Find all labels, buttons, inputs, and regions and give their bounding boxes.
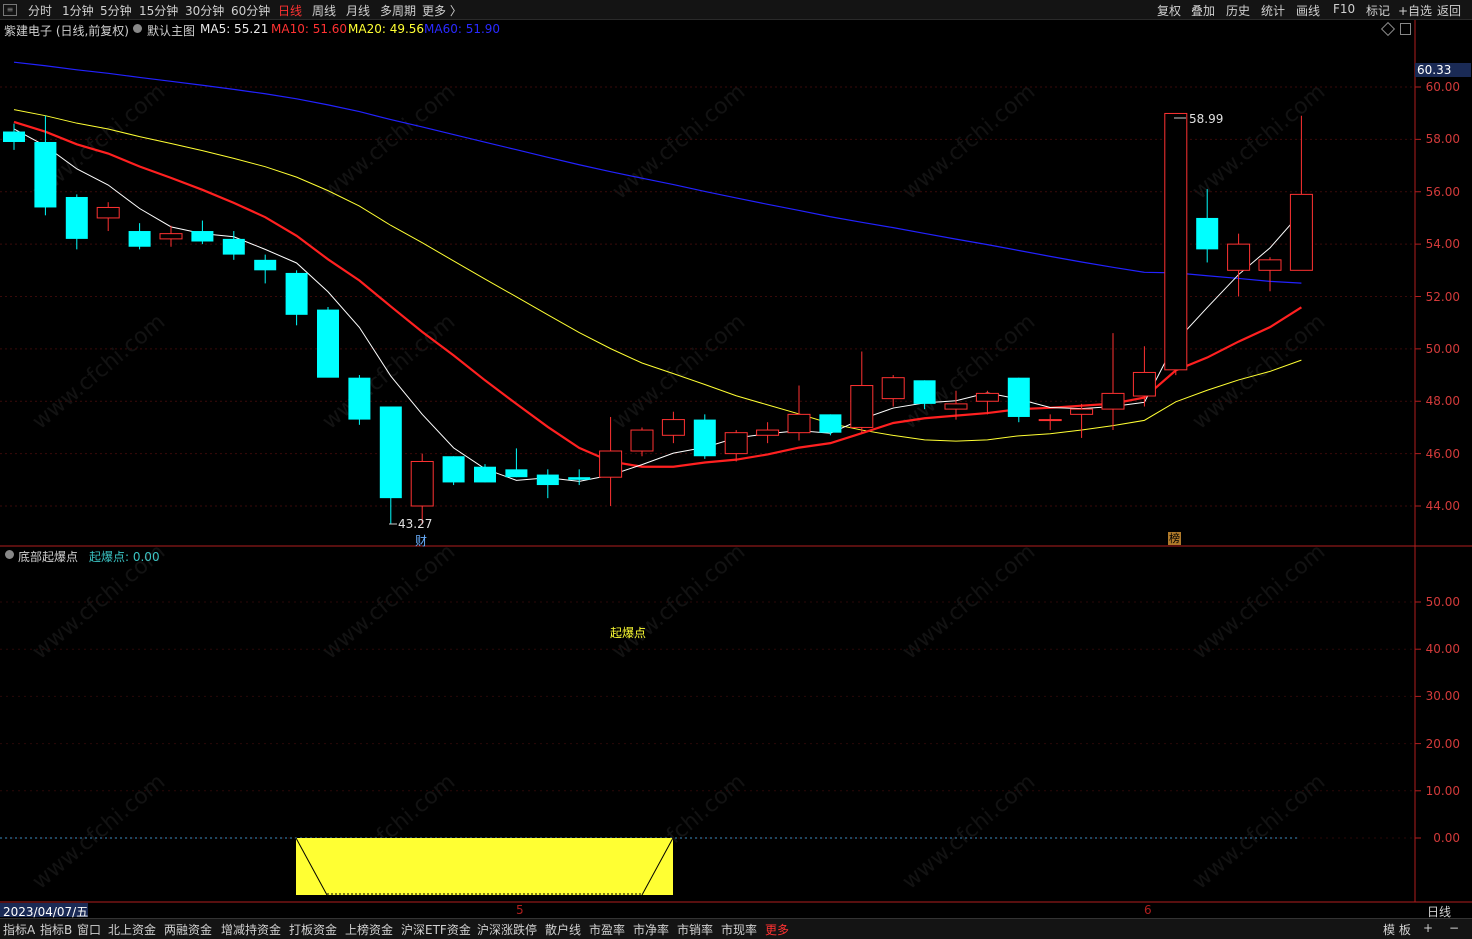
tab-billboard-fund[interactable]: 上榜资金 <box>345 921 393 938</box>
candle-body-down <box>442 456 465 483</box>
candle-body-down <box>474 466 496 483</box>
billboard-marker[interactable]: 榜 <box>1168 532 1181 545</box>
price-tick-label: 52.00 <box>1425 289 1460 304</box>
bottom-toolbar: 指标A 指标B 窗口 北上资金 两融资金 增减持资金 打板资金 上榜资金 沪深E… <box>0 918 1472 939</box>
explosion-point-label: 起爆点 <box>610 626 647 640</box>
watermark-text: www.cfchi.com <box>28 769 170 894</box>
watermark-text: www.cfchi.com <box>898 79 1040 204</box>
candle-body-up <box>661 419 685 436</box>
candle-body-up <box>975 392 999 402</box>
sub-tick-label: 30.00 <box>1425 689 1460 704</box>
candle-body-up <box>724 432 748 455</box>
zoom-in-button[interactable]: + <box>1423 921 1433 935</box>
sub-tick-label: 50.00 <box>1425 595 1460 609</box>
candle-body-up <box>1038 419 1062 422</box>
tab-limit-up-fund[interactable]: 打板资金 <box>289 921 337 938</box>
tab-ps[interactable]: 市销率 <box>677 921 713 938</box>
candle-body-up <box>944 403 968 410</box>
finance-marker[interactable]: 财 <box>415 532 427 549</box>
tab-limit-stats[interactable]: 沪深涨跌停 <box>477 921 537 938</box>
candle-body-down <box>819 414 842 433</box>
watermark-text: www.cfchi.com <box>898 769 1040 894</box>
watermark-text: www.cfchi.com <box>1188 309 1330 434</box>
price-tick-label: 48.00 <box>1425 394 1460 409</box>
sub-tick-label: 0.00 <box>1433 831 1460 845</box>
price-tick-label: 46.00 <box>1425 446 1460 461</box>
high-price-label: 58.99 <box>1189 112 1224 126</box>
price-tick-label: 58.00 <box>1425 132 1460 147</box>
tab-more-bottom[interactable]: 更多 <box>765 921 789 938</box>
tab-indicator-a[interactable]: 指标A <box>3 921 35 938</box>
candle-body-down <box>254 259 277 271</box>
kline-chart[interactable]: www.cfchi.com www.cfchi.com www.cfchi.com w… <box>0 0 1472 938</box>
candle-body-up <box>1227 243 1251 271</box>
candle-body-down <box>913 380 936 404</box>
template-button[interactable]: 模 板 <box>1383 921 1411 938</box>
candle-body-up <box>1164 112 1188 371</box>
candle-body-up <box>1101 392 1125 410</box>
candle-body-up <box>881 377 905 400</box>
candle-body-up <box>1289 193 1313 271</box>
candle-body-down <box>568 477 591 480</box>
tab-window[interactable]: 窗口 <box>77 921 101 938</box>
tab-holding-change[interactable]: 增减持资金 <box>221 921 281 938</box>
watermark-text: www.cfchi.com <box>1188 769 1330 894</box>
candle-body-down <box>693 419 716 457</box>
tab-etf-fund[interactable]: 沪深ETF资金 <box>401 921 471 938</box>
candle-body-up <box>1132 371 1156 397</box>
watermark-text: www.cfchi.com <box>28 309 170 434</box>
candle-body-down <box>348 377 371 420</box>
price-tick-label: 60.00 <box>1425 80 1460 94</box>
candle-body-up <box>1070 408 1094 415</box>
candle-body-down <box>379 406 402 499</box>
watermark-text: www.cfchi.com <box>608 309 750 434</box>
month-marker-5: 5 <box>516 903 524 917</box>
candle-body-down <box>128 231 151 247</box>
sub-tick-label: 20.00 <box>1425 736 1460 751</box>
sub-tick-label: 10.00 <box>1425 783 1460 798</box>
tab-indicator-b[interactable]: 指标B <box>40 921 72 938</box>
price-tick-label: 54.00 <box>1425 237 1460 252</box>
candle-body-down <box>1196 217 1219 250</box>
candle-body-up <box>630 429 654 452</box>
candle-body-up <box>410 460 434 507</box>
current-price-tag: 60.33 <box>1415 63 1471 77</box>
candle-body-up <box>1258 259 1282 271</box>
candle-body-down <box>191 231 214 242</box>
candle-body-up <box>756 429 780 436</box>
price-tick-label: 44.00 <box>1425 499 1460 513</box>
candle-body-up <box>850 385 874 428</box>
tab-pe[interactable]: 市盈率 <box>589 921 625 938</box>
month-marker-6: 6 <box>1144 903 1152 917</box>
candle-body-down <box>536 474 559 486</box>
candle-body-up <box>599 450 623 478</box>
low-price-label: 43.27 <box>398 517 433 531</box>
candle-body-down <box>222 238 245 255</box>
explosion-bar <box>296 838 673 895</box>
candle-body-down <box>1007 377 1030 417</box>
tab-pb[interactable]: 市净率 <box>633 921 669 938</box>
price-tick-label: 50.00 <box>1425 341 1460 356</box>
zoom-out-button[interactable]: − <box>1449 921 1459 935</box>
candle-body-down <box>65 196 88 239</box>
candle-body-down <box>285 272 308 315</box>
candle-body-down <box>3 131 25 142</box>
candle-body-down <box>317 309 339 378</box>
tab-retail-line[interactable]: 散户线 <box>545 921 581 938</box>
price-tick-label: 56.00 <box>1425 184 1460 199</box>
candle-body-up <box>159 233 183 240</box>
sub-tick-label: 40.00 <box>1425 642 1460 657</box>
watermark-text: www.cfchi.com <box>1188 79 1330 204</box>
candle-body-down <box>34 141 57 208</box>
candle-body-up <box>96 206 120 219</box>
tab-northbound[interactable]: 北上资金 <box>108 921 156 938</box>
tab-pcf[interactable]: 市现率 <box>721 921 757 938</box>
candle-body-up <box>787 413 811 434</box>
candle-body-down <box>505 469 528 478</box>
watermark-text: www.cfchi.com <box>318 79 460 204</box>
tab-margin[interactable]: 两融资金 <box>164 921 212 938</box>
